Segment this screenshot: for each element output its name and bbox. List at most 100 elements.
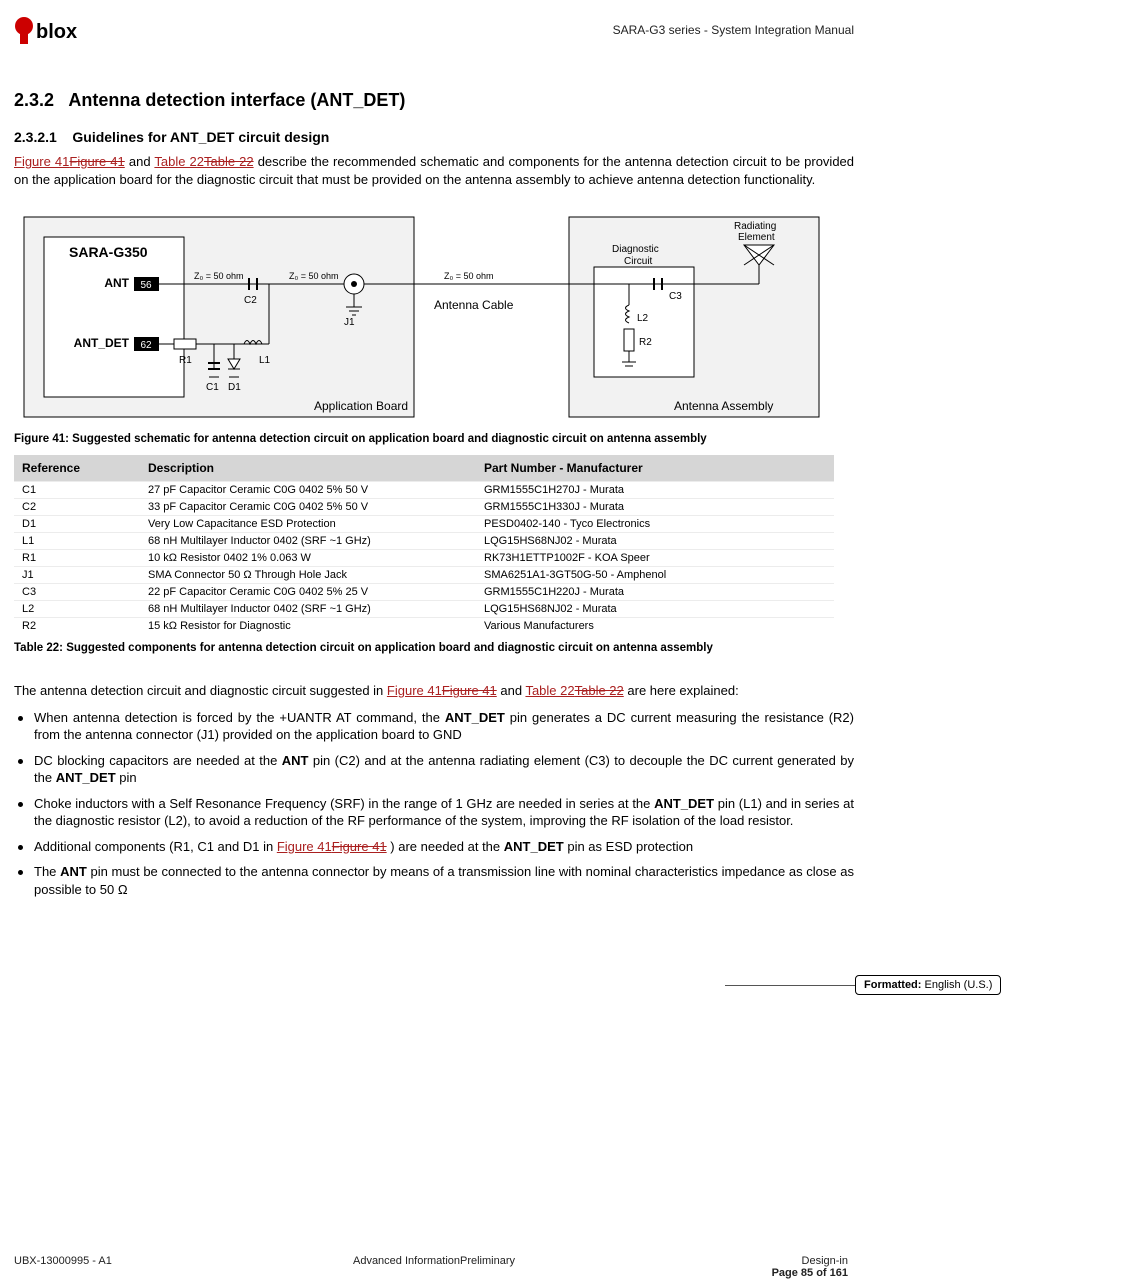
text: When antenna detection is forced by the … xyxy=(34,710,445,725)
comment-value: English (U.S.) xyxy=(925,979,993,991)
doc-title: SARA-G3 series - System Integration Manu… xyxy=(613,23,854,37)
antenna-cable-label: Antenna Cable xyxy=(434,298,514,312)
table-cell: 22 pF Capacitor Ceramic C0G 0402 5% 25 V xyxy=(140,584,476,601)
figure-ref-old: Figure 41 xyxy=(69,154,124,169)
figure-ref[interactable]: Figure 41 xyxy=(14,154,69,169)
table-cell: R1 xyxy=(14,550,140,567)
table-cell: C1 xyxy=(14,482,140,499)
list-item: Choke inductors with a Self Resonance Fr… xyxy=(18,795,854,830)
text: DC blocking capacitors are needed at the xyxy=(34,753,282,768)
r2-label: R2 xyxy=(639,337,652,348)
d1-label: D1 xyxy=(228,382,241,393)
table-cell: 33 pF Capacitor Ceramic C0G 0402 5% 50 V xyxy=(140,499,476,516)
text-bold: ANT_DET xyxy=(56,770,116,785)
comment-leader-line xyxy=(725,985,855,986)
ant-pin-number: 56 xyxy=(140,280,152,291)
table-row: C233 pF Capacitor Ceramic C0G 0402 5% 50… xyxy=(14,499,834,516)
table-cell: D1 xyxy=(14,516,140,533)
text-bold: ANT xyxy=(60,864,87,879)
table-header-row: Reference Description Part Number - Manu… xyxy=(14,455,834,482)
text: The xyxy=(34,864,60,879)
figure-ref-old: Figure 41 xyxy=(442,683,497,698)
table-cell: RK73H1ETTP1002F - KOA Speer xyxy=(476,550,834,567)
table-cell: 27 pF Capacitor Ceramic C0G 0402 5% 50 V xyxy=(140,482,476,499)
table-cell: R2 xyxy=(14,618,140,635)
subsection-heading: 2.3.2.1 Guidelines for ANT_DET circuit d… xyxy=(14,129,854,145)
table-cell: Various Manufacturers xyxy=(476,618,834,635)
z0-label: Z₀ = 50 ohm xyxy=(194,271,244,281)
table-row: C322 pF Capacitor Ceramic C0G 0402 5% 25… xyxy=(14,584,834,601)
table-cell: PESD0402-140 - Tyco Electronics xyxy=(476,516,834,533)
table-cell: 15 kΩ Resistor for Diagnostic xyxy=(140,618,476,635)
figure-caption: Figure 41: Suggested schematic for anten… xyxy=(14,433,854,445)
text-bold: ANT_DET xyxy=(654,796,714,811)
page-header: blox SARA-G3 series - System Integration… xyxy=(14,10,854,50)
ant-det-pin-number: 62 xyxy=(140,340,152,351)
text: The antenna detection circuit and diagno… xyxy=(14,683,387,698)
footer-right-line1: Design-in xyxy=(802,1255,848,1267)
figure-ref[interactable]: Figure 41 xyxy=(387,683,442,698)
c1-label: C1 xyxy=(206,382,219,393)
subsection-title: Guidelines for ANT_DET circuit design xyxy=(72,129,329,145)
subsection-number: 2.3.2.1 xyxy=(14,129,57,145)
table-row: R215 kΩ Resistor for DiagnosticVarious M… xyxy=(14,618,834,635)
radiating-label-1: Radiating xyxy=(734,221,776,232)
table-row: L268 nH Multilayer Inductor 0402 (SRF ~1… xyxy=(14,601,834,618)
text-bold: ANT_DET xyxy=(445,710,505,725)
table-cell: C2 xyxy=(14,499,140,516)
footer-page-number: Page 85 of 161 xyxy=(772,1267,848,1279)
c3-label: C3 xyxy=(669,291,682,302)
text: and xyxy=(129,154,155,169)
table-cell: GRM1555C1H220J - Murata xyxy=(476,584,834,601)
table-cell: L2 xyxy=(14,601,140,618)
diag-circuit-label-1: Diagnostic xyxy=(612,244,659,255)
figure-ref[interactable]: Figure 41 xyxy=(277,839,332,854)
intro-paragraph: Figure 41Figure 41 and Table 22Table 22 … xyxy=(14,153,854,189)
table-cell: GRM1555C1H330J - Murata xyxy=(476,499,834,516)
table-cell: 68 nH Multilayer Inductor 0402 (SRF ~1 G… xyxy=(140,601,476,618)
text: and xyxy=(500,683,525,698)
list-item: The ANT pin must be connected to the ant… xyxy=(18,863,854,898)
table-cell: Very Low Capacitance ESD Protection xyxy=(140,516,476,533)
figure-ref-old: Figure 41 xyxy=(332,839,387,854)
ublox-logo: blox xyxy=(14,14,110,46)
app-board-label: Application Board xyxy=(314,399,408,413)
page-footer: UBX-13000995 - A1 Advanced InformationPr… xyxy=(14,1255,854,1267)
table-row: D1Very Low Capacitance ESD ProtectionPES… xyxy=(14,516,834,533)
footer-right: Design-in Page 85 of 161 xyxy=(772,1255,848,1279)
section-heading: 2.3.2 Antenna detection interface (ANT_D… xyxy=(14,90,854,111)
text-bold: ANT xyxy=(282,753,309,768)
table-row: L168 nH Multilayer Inductor 0402 (SRF ~1… xyxy=(14,533,834,550)
table-ref[interactable]: Table 22 xyxy=(525,683,574,698)
table-cell: GRM1555C1H270J - Murata xyxy=(476,482,834,499)
l1-label: L1 xyxy=(259,355,271,366)
module-name: SARA-G350 xyxy=(69,244,148,260)
ant-det-pin-label: ANT_DET xyxy=(74,336,130,350)
section-title: Antenna detection interface (ANT_DET) xyxy=(68,90,405,110)
review-comment: Formatted: English (U.S.) xyxy=(855,975,1115,995)
table-ref-old: Table 22 xyxy=(575,683,624,698)
table-cell: L1 xyxy=(14,533,140,550)
col-desc: Description xyxy=(140,455,476,482)
text: pin must be connected to the antenna con… xyxy=(34,864,854,897)
section-number: 2.3.2 xyxy=(14,90,54,110)
explanation-intro: The antenna detection circuit and diagno… xyxy=(14,682,854,700)
list-item: DC blocking capacitors are needed at the… xyxy=(18,752,854,787)
text: pin as ESD protection xyxy=(567,839,693,854)
table-row: R110 kΩ Resistor 0402 1% 0.063 WRK73H1ET… xyxy=(14,550,834,567)
list-item: When antenna detection is forced by the … xyxy=(18,709,854,744)
text-bold: ANT_DET xyxy=(504,839,564,854)
table-ref[interactable]: Table 22 xyxy=(154,154,204,169)
table-row: J1SMA Connector 50 Ω Through Hole JackSM… xyxy=(14,567,834,584)
text: pin xyxy=(119,770,136,785)
list-item: Additional components (R1, C1 and D1 in … xyxy=(18,838,854,856)
comment-balloon[interactable]: Formatted: English (U.S.) xyxy=(855,975,1001,995)
diag-circuit-label-2: Circuit xyxy=(624,256,653,267)
col-ref: Reference xyxy=(14,455,140,482)
svg-text:blox: blox xyxy=(36,21,77,43)
table-cell: 68 nH Multilayer Inductor 0402 (SRF ~1 G… xyxy=(140,533,476,550)
text: Additional components (R1, C1 and D1 in xyxy=(34,839,277,854)
z0-label-3: Z₀ = 50 ohm xyxy=(444,271,494,281)
text: Choke inductors with a Self Resonance Fr… xyxy=(34,796,654,811)
table-caption: Table 22: Suggested components for anten… xyxy=(14,642,854,654)
